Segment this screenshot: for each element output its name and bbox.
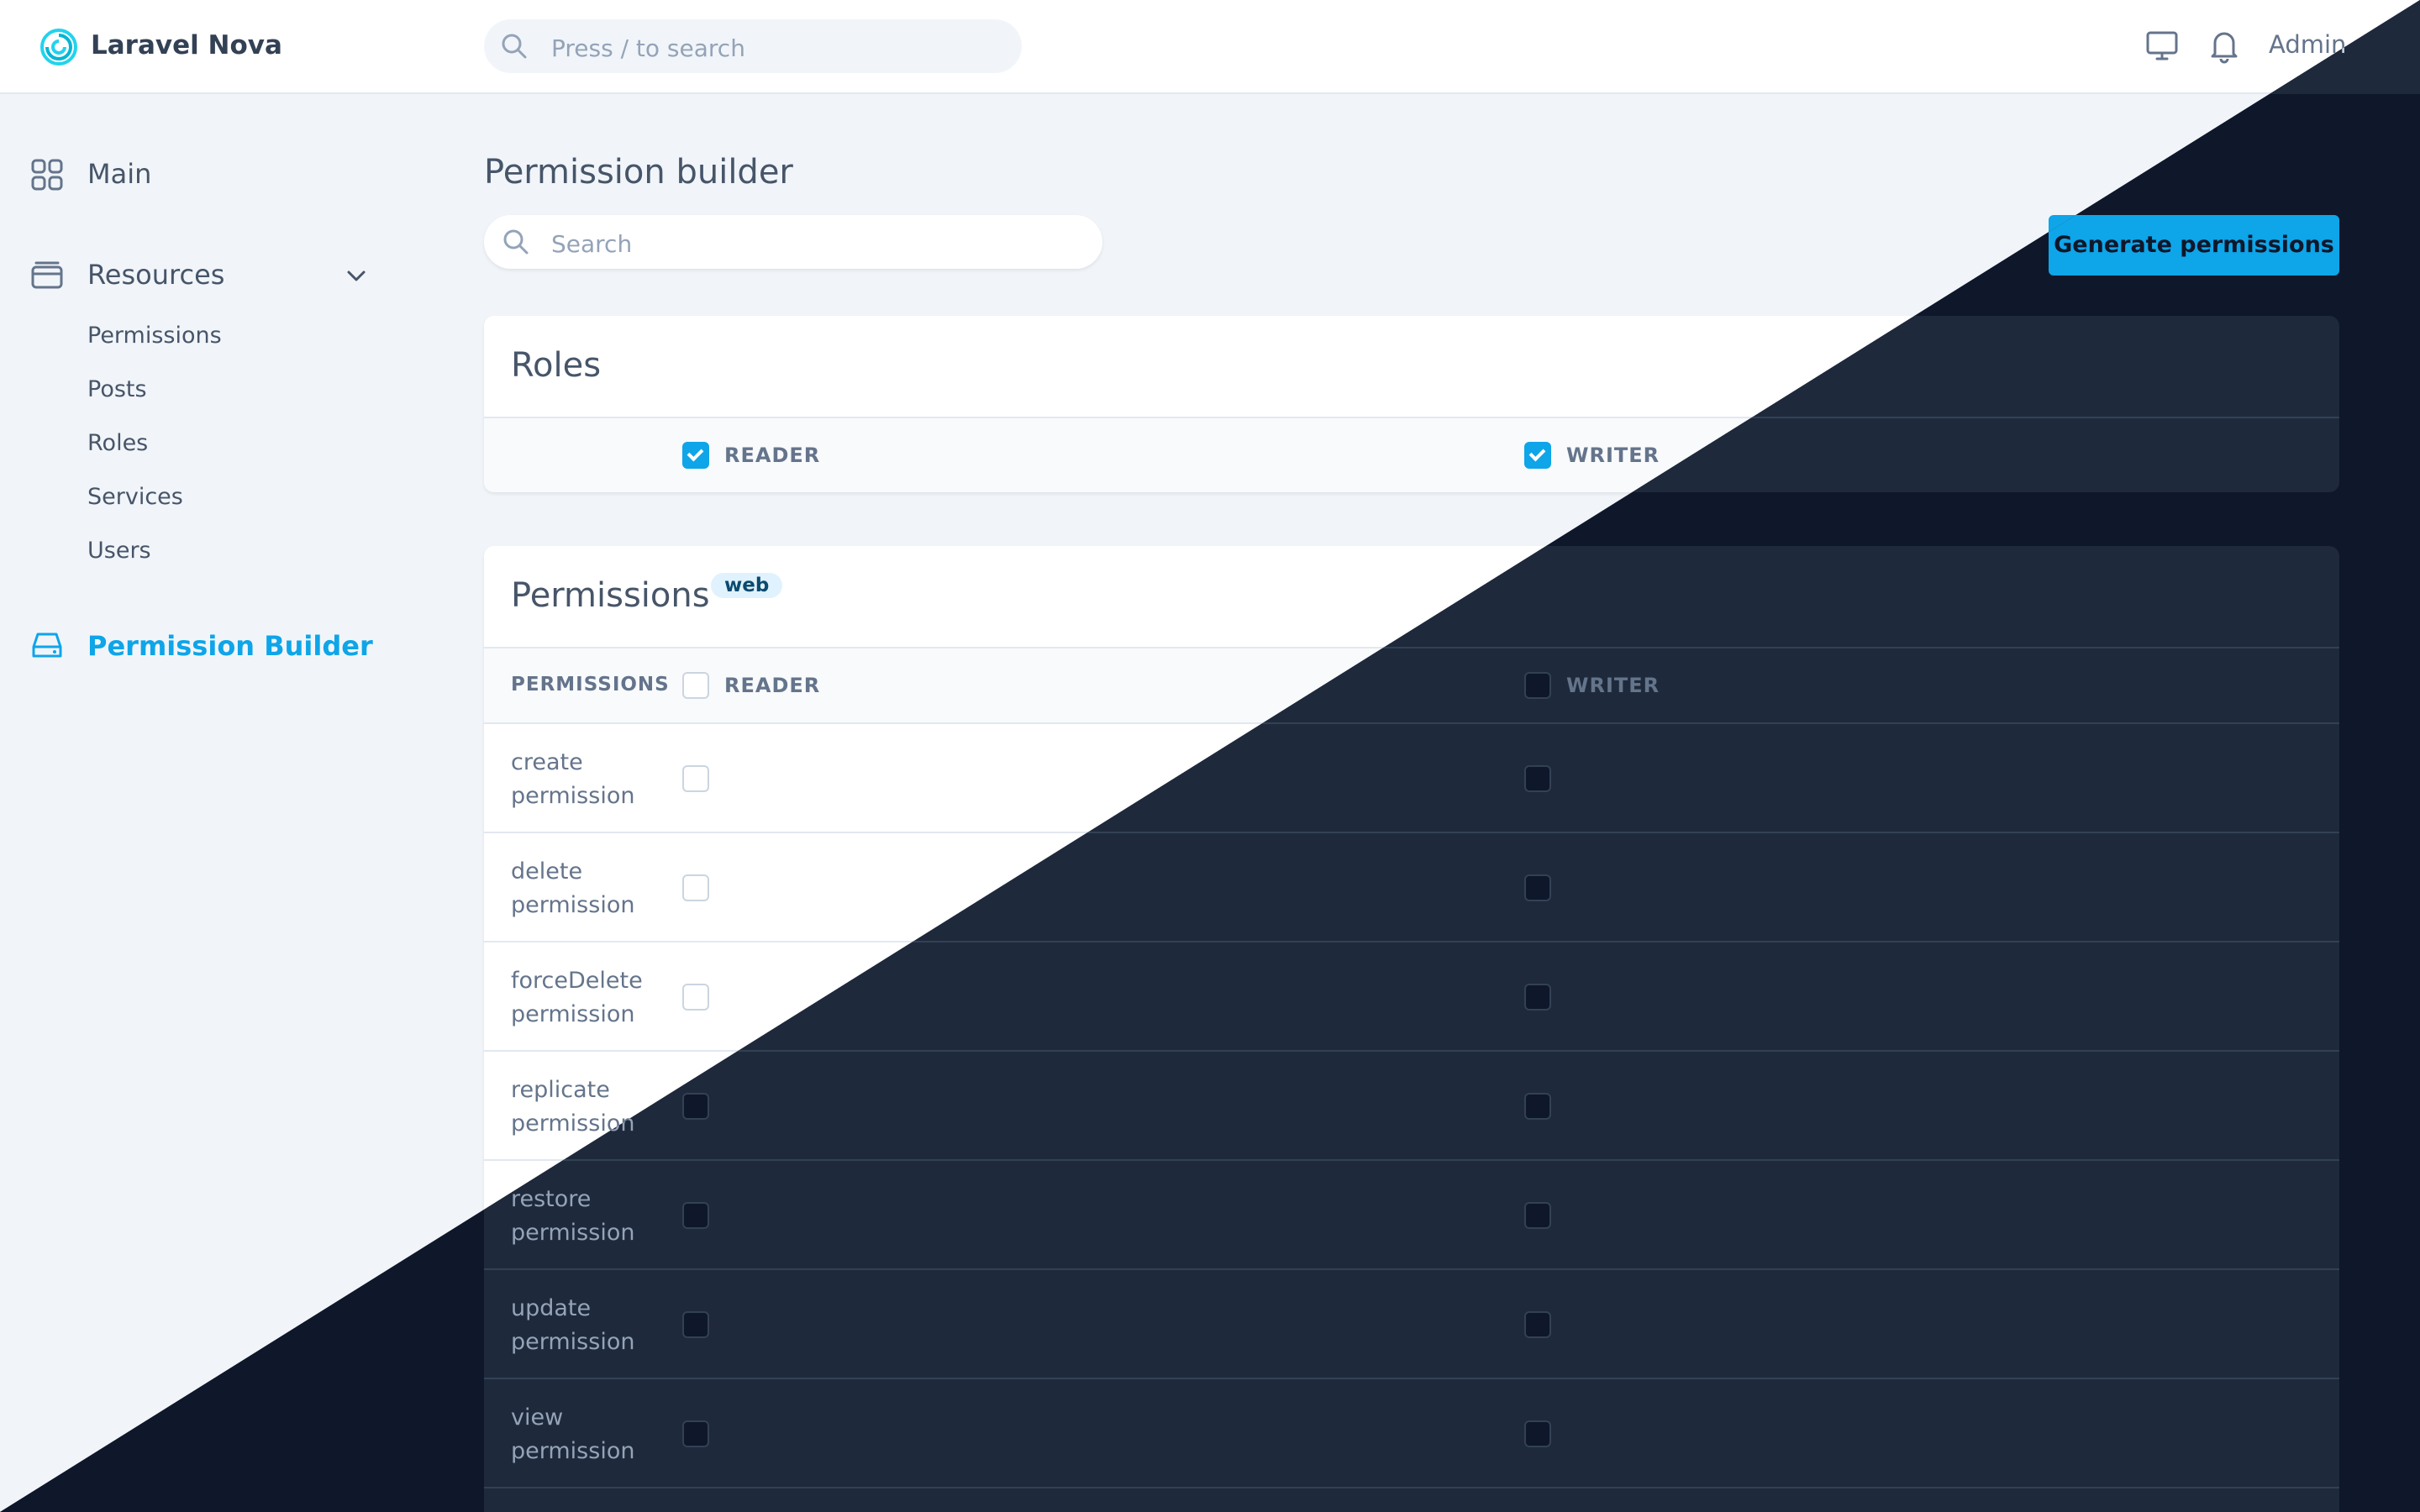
page-search-placeholder: Search — [551, 230, 633, 258]
reader-permission-checkbox[interactable] — [682, 984, 709, 1011]
writer-permission-checkbox[interactable] — [1524, 1420, 1551, 1447]
table-row: replicate permission — [484, 1052, 2339, 1161]
sidebar-item-resources[interactable]: Resources — [87, 259, 224, 291]
permission-label: view permission — [511, 1404, 635, 1464]
permissions-card-title: Permissions — [511, 576, 710, 615]
reader-permission-checkbox[interactable] — [682, 765, 709, 792]
column-writer-label: WRITER — [1566, 674, 1660, 697]
permission-label: forceDelete permission — [511, 968, 643, 1027]
guard-badge: web — [711, 573, 783, 598]
bell-icon[interactable] — [2207, 27, 2242, 64]
reader-permission-checkbox[interactable] — [682, 1202, 709, 1229]
role-writer-label: WRITER — [1566, 444, 1660, 467]
writer-permission-checkbox[interactable] — [1524, 1093, 1551, 1120]
reader-permission-checkbox[interactable] — [682, 1093, 709, 1120]
chevron-down-icon[interactable] — [345, 265, 368, 286]
divider — [484, 1487, 2339, 1488]
sidebar-subitem-users[interactable]: Users — [87, 538, 151, 564]
writer-permission-checkbox[interactable] — [1524, 984, 1551, 1011]
archive-icon — [31, 261, 63, 289]
reader-permission-checkbox[interactable] — [682, 874, 709, 901]
table-row: update permission — [484, 1270, 2339, 1379]
monitor-icon[interactable] — [2144, 29, 2180, 64]
drive-icon — [32, 633, 62, 658]
table-row: restore permission — [484, 1161, 2339, 1270]
select-all-reader-checkbox[interactable] — [682, 672, 709, 699]
grid-icon — [31, 159, 63, 191]
nova-logo-icon[interactable] — [39, 27, 79, 67]
sidebar-item-main[interactable]: Main — [87, 158, 151, 190]
search-icon — [503, 229, 529, 255]
permission-label: update permission — [511, 1295, 635, 1355]
permissions-column-header: PERMISSIONS — [511, 674, 670, 696]
permission-label: delete permission — [511, 858, 635, 918]
column-reader-label: READER — [724, 674, 821, 697]
table-row: view permission — [484, 1379, 2339, 1488]
reader-permission-checkbox[interactable] — [682, 1311, 709, 1338]
sidebar-subitem-permissions[interactable]: Permissions — [87, 323, 222, 349]
sidebar-subitem-roles[interactable]: Roles — [87, 430, 148, 456]
global-search-placeholder: Press / to search — [551, 34, 745, 62]
sidebar-item-permission-builder[interactable]: Permission Builder — [87, 630, 373, 662]
writer-permission-checkbox[interactable] — [1524, 765, 1551, 792]
reader-permission-checkbox[interactable] — [682, 1420, 709, 1447]
permission-label: create permission — [511, 749, 635, 809]
permission-label: restore permission — [511, 1186, 635, 1246]
writer-permission-checkbox[interactable] — [1524, 874, 1551, 901]
writer-permission-checkbox[interactable] — [1524, 1311, 1551, 1338]
writer-permission-checkbox[interactable] — [1524, 1202, 1551, 1229]
role-reader-label: READER — [724, 444, 821, 467]
sidebar-subitem-posts[interactable]: Posts — [87, 376, 147, 402]
role-writer-checkbox[interactable] — [1524, 442, 1551, 469]
search-icon — [502, 34, 527, 59]
select-all-writer-checkbox[interactable] — [1524, 672, 1551, 699]
top-bar: Laravel Nova Press / to search Admin — [0, 0, 2420, 94]
page-search-input[interactable]: Search — [484, 215, 1102, 269]
sidebar-subitem-services[interactable]: Services — [87, 484, 183, 510]
roles-card-title: Roles — [511, 346, 602, 385]
brand-name[interactable]: Laravel Nova — [91, 30, 282, 60]
global-search-input[interactable]: Press / to search — [484, 19, 1022, 73]
generate-permissions-button[interactable]: Generate permissions — [2049, 215, 2339, 276]
role-reader-checkbox[interactable] — [682, 442, 709, 469]
page-title: Permission builder — [484, 153, 793, 192]
